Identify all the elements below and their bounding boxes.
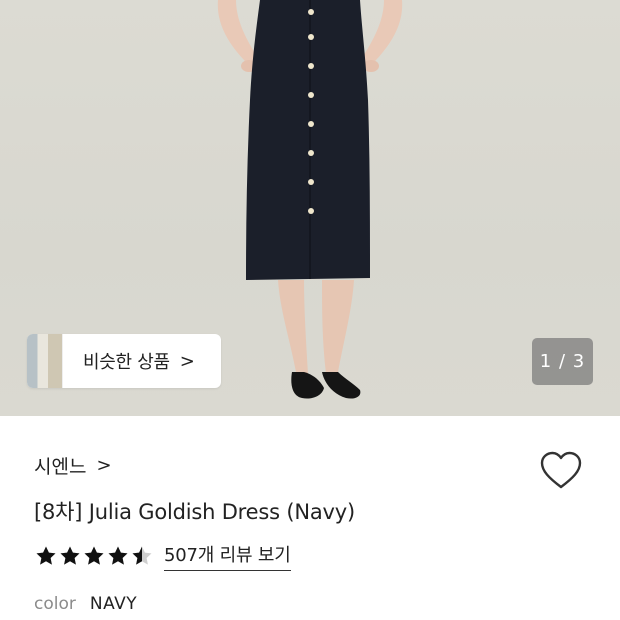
product-image[interactable]: 비슷한 상품 > 1 / 3 (0, 0, 620, 416)
wishlist-heart-icon[interactable] (540, 451, 582, 491)
brand-name: 시엔느 (34, 456, 87, 478)
similar-products-label: 비슷한 상품 (83, 352, 170, 373)
brand-link[interactable]: 시엔느 > (34, 452, 112, 479)
star-full-icon (36, 546, 56, 565)
similar-products-thumbnail (27, 334, 63, 388)
product-title: [8차] Julia Goldish Dress (Navy) (34, 500, 355, 524)
star-full-icon (60, 546, 80, 565)
similar-products-button[interactable]: 비슷한 상품 > (27, 334, 221, 388)
star-half-icon (132, 546, 152, 565)
image-counter: 1 / 3 (532, 338, 593, 385)
chevron-right-icon: > (96, 455, 112, 476)
rating-stars (35, 545, 155, 567)
star-full-icon (84, 546, 104, 565)
chevron-right-icon: > (179, 350, 195, 372)
rating-row: 507개 리뷰 보기 (35, 541, 291, 571)
color-value: NAVY (89, 594, 138, 614)
color-option: color NAVY (34, 594, 137, 614)
reviews-link[interactable]: 507개 리뷰 보기 (164, 541, 291, 571)
star-full-icon (108, 546, 128, 565)
color-label: color (34, 594, 76, 614)
